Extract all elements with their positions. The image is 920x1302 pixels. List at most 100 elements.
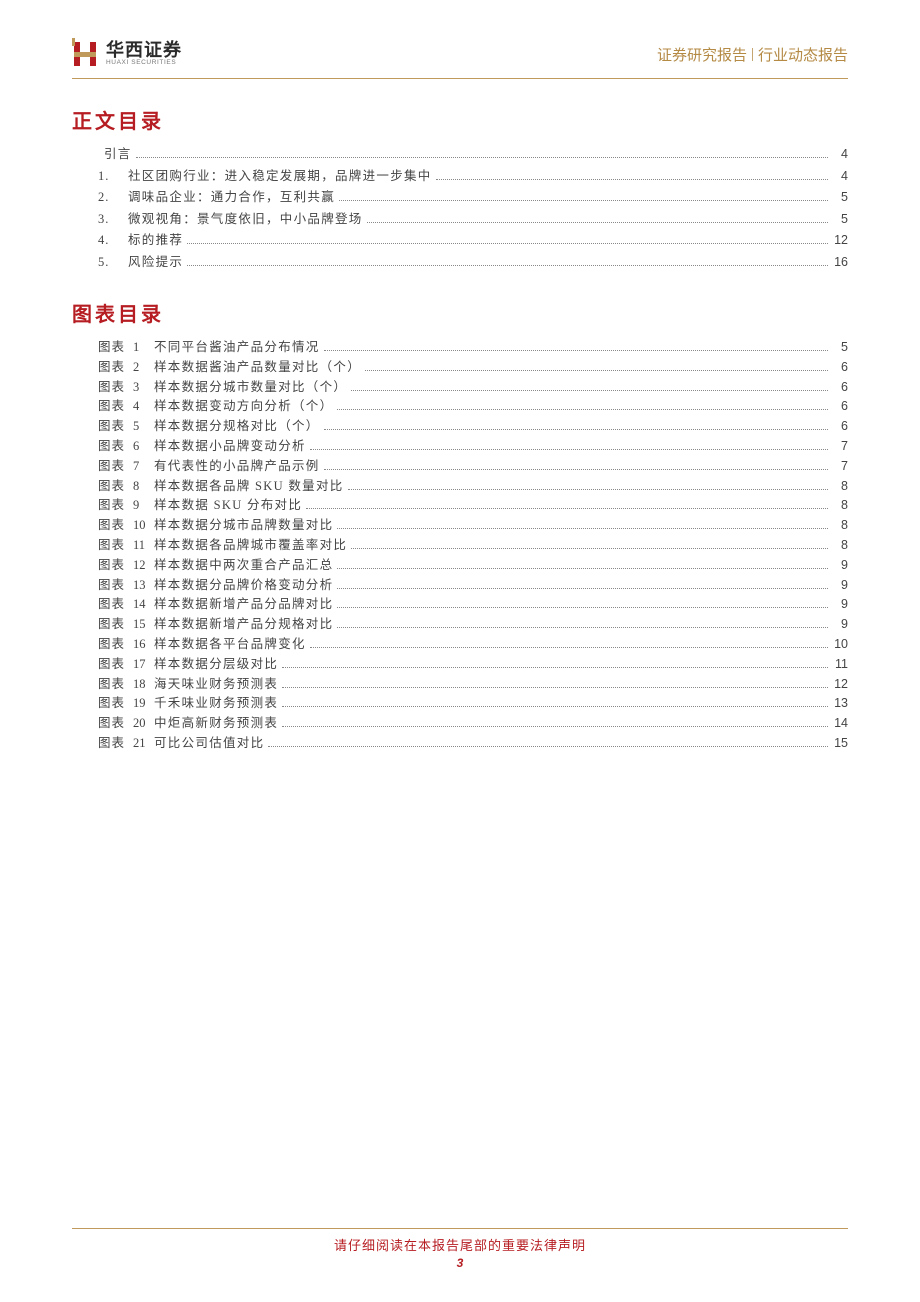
table-of-contents: 引言41.社区团购行业：进入稳定发展期，品牌进一步集中42.调味品企业：通力合作…	[72, 148, 848, 268]
page-footer: 请仔细阅读在本报告尾部的重要法律声明 3	[72, 1228, 848, 1270]
header-category: 证券研究报告 | 行业动态报告	[657, 44, 848, 65]
figure-title: 样本数据小品牌变动分析	[154, 440, 306, 453]
logo-icon	[72, 38, 100, 70]
figure-label-col: 图表7	[98, 460, 154, 473]
figure-toc-item: 图表12样本数据中两次重合产品汇总9	[98, 559, 848, 572]
figure-label: 图表	[98, 696, 125, 710]
leader-dots	[367, 222, 828, 223]
figure-label-col: 图表9	[98, 499, 154, 512]
figure-label: 图表	[98, 736, 125, 750]
figure-title: 样本数据新增产品分品牌对比	[154, 598, 333, 611]
figure-number: 15	[133, 617, 146, 631]
figure-number: 18	[133, 677, 146, 691]
leader-dots	[310, 449, 828, 450]
figure-toc-item: 图表20中炬高新财务预测表14	[98, 717, 848, 730]
toc-item-number: 5.	[98, 256, 122, 269]
figure-number: 2	[133, 360, 139, 374]
figure-title: 样本数据变动方向分析（个）	[154, 400, 333, 413]
figure-number: 3	[133, 380, 139, 394]
figure-toc-item: 图表9样本数据 SKU 分布对比8	[98, 499, 848, 512]
figure-toc-item: 图表21可比公司估值对比15	[98, 737, 848, 750]
figure-page: 6	[832, 381, 848, 394]
figure-toc-item: 图表10样本数据分城市品牌数量对比8	[98, 519, 848, 532]
logo-text-cn: 华西证券	[106, 41, 182, 60]
toc-item-page: 5	[832, 191, 848, 204]
figure-number: 11	[133, 538, 145, 552]
figure-label-col: 图表17	[98, 658, 154, 671]
figure-page: 6	[832, 361, 848, 374]
leader-dots	[348, 489, 828, 490]
figure-table-of-contents: 图表1不同平台酱油产品分布情况5图表2样本数据酱油产品数量对比（个）6图表3样本…	[72, 341, 848, 749]
figure-title: 样本数据中两次重合产品汇总	[154, 559, 333, 572]
figure-title: 样本数据各平台品牌变化	[154, 638, 306, 651]
figure-label: 图表	[98, 459, 125, 473]
figure-page: 10	[832, 638, 848, 651]
brand-logo: 华西证券 HUAXI SECURITIES	[72, 38, 182, 70]
figure-title: 海天味业财务预测表	[154, 678, 278, 691]
figure-page: 7	[832, 440, 848, 453]
figure-title: 样本数据酱油产品数量对比（个）	[154, 361, 361, 374]
leader-dots	[282, 726, 828, 727]
figure-title: 样本数据分规格对比（个）	[154, 420, 320, 433]
figure-title: 样本数据分品牌价格变动分析	[154, 579, 333, 592]
figure-number: 6	[133, 439, 139, 453]
figure-label: 图表	[98, 558, 125, 572]
figure-page: 8	[832, 519, 848, 532]
figure-label-col: 图表 18	[98, 678, 154, 691]
leader-dots	[187, 265, 828, 266]
figure-label-col: 图表21	[98, 737, 154, 750]
figure-label-col: 图表5	[98, 420, 154, 433]
leader-dots	[337, 607, 828, 608]
toc-item: 4.标的推荐12	[98, 234, 848, 247]
figure-label: 图表	[98, 538, 125, 552]
toc-heading: 正文目录	[72, 105, 848, 134]
figure-label-col: 图表20	[98, 717, 154, 730]
toc-item-title: 风险提示	[128, 256, 183, 269]
figure-toc-item: 图表8样本数据各品牌 SKU 数量对比8	[98, 480, 848, 493]
toc-item-title: 标的推荐	[128, 234, 183, 247]
leader-dots	[337, 568, 828, 569]
figure-title: 样本数据分城市数量对比（个）	[154, 381, 347, 394]
figure-title: 样本数据各品牌 SKU 数量对比	[154, 480, 344, 493]
figure-label: 图表	[98, 597, 125, 611]
figure-label: 图表	[98, 677, 125, 691]
toc-item-number: 2.	[98, 191, 122, 204]
footer-disclaimer: 请仔细阅读在本报告尾部的重要法律声明	[72, 1235, 848, 1254]
figure-label: 图表	[98, 340, 125, 354]
figure-label-col: 图表6	[98, 440, 154, 453]
figure-toc-item: 图表11样本数据各品牌城市覆盖率对比8	[98, 539, 848, 552]
toc-item: 1.社区团购行业：进入稳定发展期，品牌进一步集中4	[98, 170, 848, 183]
figure-toc-item: 图表 3 样本数据分城市数量对比（个） 6	[98, 381, 848, 394]
toc-item-number: 3.	[98, 213, 122, 226]
figure-page: 11	[832, 658, 848, 671]
figure-label-col: 图表12	[98, 559, 154, 572]
figure-page: 13	[832, 697, 848, 710]
figure-label: 图表	[98, 578, 125, 592]
figure-title: 中炬高新财务预测表	[154, 717, 278, 730]
figure-title: 样本数据分城市品牌数量对比	[154, 519, 333, 532]
figure-toc-item: 图表14样本数据新增产品分品牌对比9	[98, 598, 848, 611]
page-header: 华西证券 HUAXI SECURITIES 证券研究报告 | 行业动态报告	[72, 38, 848, 79]
figure-number: 10	[133, 518, 146, 532]
figure-label: 图表	[98, 380, 125, 394]
leader-dots	[282, 667, 828, 668]
toc-item-title: 调味品企业：通力合作，互利共赢	[128, 191, 335, 204]
header-cat-left: 证券研究报告	[657, 44, 747, 65]
figure-toc-item: 图表13样本数据分品牌价格变动分析9	[98, 579, 848, 592]
figure-label: 图表	[98, 498, 125, 512]
toc-item: 2. 调味品企业：通力合作，互利共赢 5	[98, 191, 848, 204]
leader-dots	[324, 429, 828, 430]
figure-page: 15	[832, 737, 848, 750]
figure-label-col: 图表19	[98, 697, 154, 710]
leader-dots	[324, 350, 828, 351]
figure-toc-item: 图表2样本数据酱油产品数量对比（个）6	[98, 361, 848, 374]
figure-title: 样本数据新增产品分规格对比	[154, 618, 333, 631]
leader-dots	[310, 647, 828, 648]
page-number: 3	[72, 1256, 848, 1270]
leader-dots	[282, 706, 828, 707]
figure-page: 6	[832, 400, 848, 413]
figure-label: 图表	[98, 479, 125, 493]
logo-text-en: HUAXI SECURITIES	[106, 60, 182, 67]
leader-dots	[436, 179, 828, 180]
figure-page: 9	[832, 598, 848, 611]
